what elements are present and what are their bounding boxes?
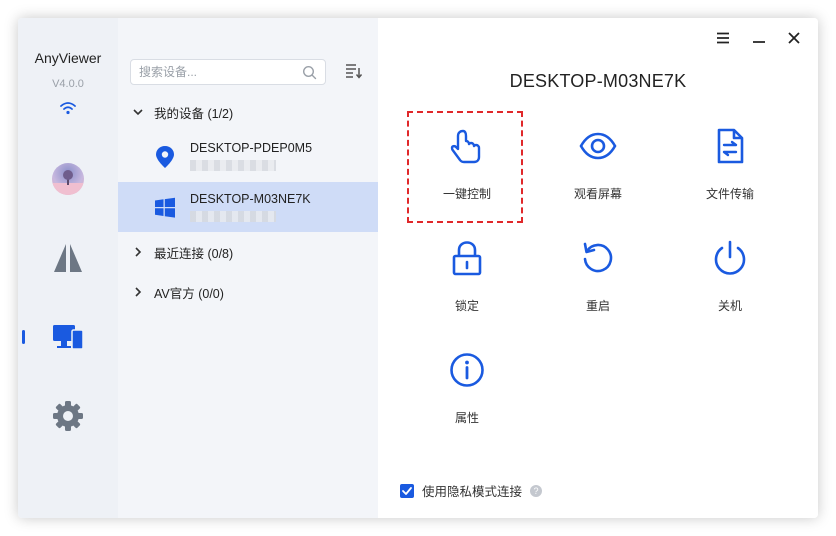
action-label: 一键控制 xyxy=(442,187,491,201)
action-label: 关机 xyxy=(717,299,742,313)
action-file-transfer[interactable]: 文件传输 xyxy=(672,113,788,225)
wifi-icon xyxy=(60,102,76,115)
device-detail-panel: DESKTOP-M03NE7K 一键控制 观看屏幕 文件传输 锁定 重启 关机 … xyxy=(378,18,818,518)
privacy-checkbox[interactable] xyxy=(400,483,414,498)
chevron-down-icon xyxy=(133,109,143,116)
restart-icon xyxy=(583,242,613,273)
action-shutdown[interactable]: 关机 xyxy=(672,225,788,337)
search-box[interactable] xyxy=(130,59,326,85)
device-name: DESKTOP-PDEP0M5 xyxy=(190,141,313,155)
location-pin-icon xyxy=(156,146,174,168)
device-name: DESKTOP-M03NE7K xyxy=(190,192,311,206)
chevron-right-icon xyxy=(135,287,142,297)
info-icon xyxy=(450,353,484,387)
device-row-selected[interactable]: DESKTOP-M03NE7K xyxy=(118,182,378,232)
power-icon xyxy=(714,240,746,275)
file-transfer-icon xyxy=(717,128,744,164)
remote-connect-icon[interactable] xyxy=(50,240,86,276)
active-indicator xyxy=(22,330,25,344)
close-icon[interactable] xyxy=(786,30,802,46)
action-restart[interactable]: 重启 xyxy=(540,225,656,337)
app-version: V4.0.0 xyxy=(52,78,84,90)
action-view-screen[interactable]: 观看屏幕 xyxy=(540,113,656,225)
action-one-click-control[interactable]: 一键控制 xyxy=(407,111,523,223)
help-icon[interactable]: ? xyxy=(530,484,543,497)
device-id-redacted xyxy=(190,211,276,222)
app-window: AnyViewer V4.0.0 搜索设备... 我的设备 (1/2) DESK… xyxy=(18,18,818,518)
settings-gear-icon[interactable] xyxy=(50,398,86,434)
windows-icon xyxy=(155,197,175,218)
lock-icon xyxy=(452,241,482,276)
group-label: AV官方 (0/0) xyxy=(154,286,224,301)
avatar[interactable] xyxy=(52,163,84,195)
sort-list-icon[interactable] xyxy=(344,62,362,80)
device-id-redacted xyxy=(190,160,276,171)
action-lock[interactable]: 锁定 xyxy=(409,225,525,337)
devices-icon[interactable] xyxy=(50,320,86,356)
minimize-icon[interactable] xyxy=(751,30,767,46)
action-label: 属性 xyxy=(454,411,479,425)
app-name: AnyViewer xyxy=(34,50,102,66)
device-title: DESKTOP-M03NE7K xyxy=(509,71,687,91)
device-row[interactable]: DESKTOP-PDEP0M5 xyxy=(118,131,378,181)
action-properties[interactable]: 属性 xyxy=(409,337,525,449)
action-label: 重启 xyxy=(585,299,610,313)
privacy-mode-option[interactable]: 使用隐私模式连接 ? xyxy=(400,481,543,500)
search-icon[interactable] xyxy=(302,65,317,80)
left-rail: AnyViewer V4.0.0 xyxy=(18,18,118,518)
chevron-right-icon xyxy=(135,247,142,257)
group-label: 最近连接 (0/8) xyxy=(154,246,234,261)
touch-hand-icon xyxy=(450,129,481,164)
menu-icon[interactable] xyxy=(715,30,731,46)
device-list-panel: 我的设备 (1/2) DESKTOP-PDEP0M5 DESKTOP-M03NE… xyxy=(118,18,378,518)
group-label: 我的设备 (1/2) xyxy=(154,106,234,121)
action-label: 文件传输 xyxy=(705,187,754,201)
action-label: 锁定 xyxy=(454,299,479,313)
eye-icon xyxy=(579,132,617,160)
privacy-label: 使用隐私模式连接 xyxy=(422,485,523,499)
search-input[interactable] xyxy=(139,64,289,80)
group-av-official[interactable]: AV官方 (0/0) xyxy=(118,280,378,304)
group-recent[interactable]: 最近连接 (0/8) xyxy=(118,240,378,264)
action-label: 观看屏幕 xyxy=(573,187,622,201)
checkmark-icon xyxy=(402,486,412,495)
group-my-devices[interactable]: 我的设备 (1/2) xyxy=(118,100,378,124)
